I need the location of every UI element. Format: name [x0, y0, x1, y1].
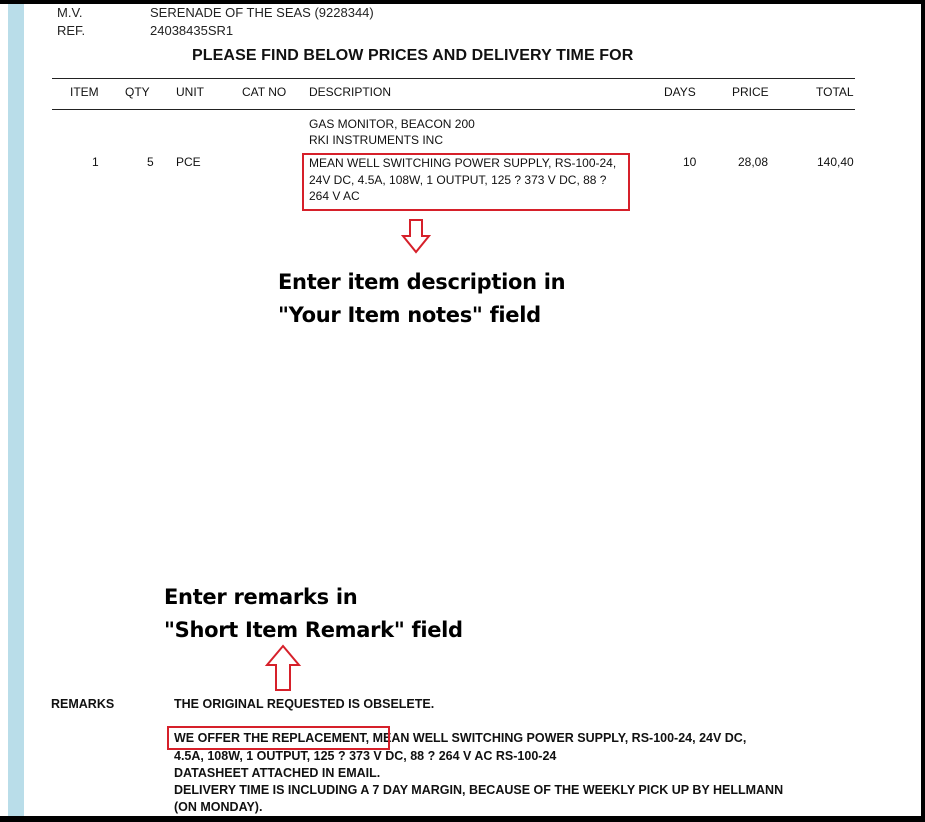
table-header-rule [52, 109, 855, 110]
col-unit: UNIT [176, 85, 204, 99]
table-top-rule [52, 78, 855, 79]
arrow-up-icon [264, 644, 302, 691]
remarks-line: DELIVERY TIME IS INCLUDING A 7 DAY MARGI… [174, 783, 784, 797]
col-cat-no: CAT NO [242, 85, 287, 99]
frame-bottom [0, 816, 925, 822]
remarks-line-rest: MEAN WELL SWITCHING POWER SUPPLY, RS-100… [369, 731, 747, 745]
col-item: ITEM [70, 85, 99, 99]
frame-right [921, 0, 925, 822]
remarks-line: 4.5A, 108W, 1 OUTPUT, 125 ? 373 V DC, 88… [174, 749, 557, 763]
item-price: 28,08 [738, 155, 769, 169]
ref-label: REF. [57, 23, 86, 38]
ref-value: 24038435SR1 [150, 23, 234, 38]
page-edge [0, 0, 8, 822]
page-title: PLEASE FIND BELOW PRICES AND DELIVERY TI… [192, 47, 634, 64]
col-days: DAYS [664, 85, 696, 99]
remarks-line: DATASHEET ATTACHED IN EMAIL. [174, 766, 381, 780]
col-qty: QTY [125, 85, 150, 99]
mv-value: SERENADE OF THE SEAS (9228344) [150, 5, 374, 20]
frame-top [0, 0, 925, 4]
col-description: DESCRIPTION [309, 85, 392, 99]
item-days: 10 [683, 155, 697, 169]
remarks-line: (ON MONDAY). [174, 800, 263, 814]
annotation-item-line: "Your Item notes" field [278, 303, 541, 327]
description-highlight-box [302, 153, 630, 211]
item-desc-line: RKI INSTRUMENTS INC [309, 133, 444, 147]
arrow-down-icon [400, 219, 432, 254]
mv-label: M.V. [57, 5, 83, 20]
left-margin-stripe [8, 4, 24, 816]
remarks-label: REMARKS [51, 697, 115, 711]
item-qty: 5 [147, 155, 154, 169]
annotation-remark-line: Enter remarks in [164, 585, 358, 609]
item-no: 1 [92, 155, 99, 169]
remarks-line: THE ORIGINAL REQUESTED IS OBSELETE. [174, 697, 435, 711]
col-total: TOTAL [816, 85, 854, 99]
item-total: 140,40 [817, 155, 854, 169]
item-unit: PCE [176, 155, 201, 169]
replacement-highlight-box [167, 726, 390, 750]
annotation-remark-line: "Short Item Remark" field [164, 618, 463, 642]
col-price: PRICE [732, 85, 769, 99]
annotation-item-line: Enter item description in [278, 270, 566, 294]
item-desc-line: GAS MONITOR, BEACON 200 [309, 117, 475, 131]
